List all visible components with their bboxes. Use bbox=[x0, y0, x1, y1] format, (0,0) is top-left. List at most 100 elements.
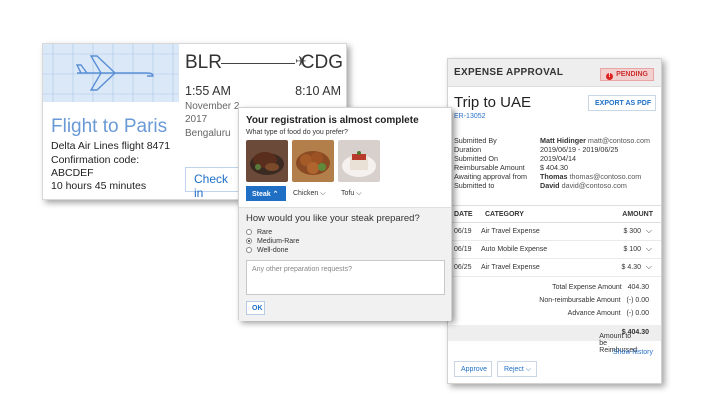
flight-route: BLR ✈ CDG bbox=[185, 52, 345, 74]
expense-title: Trip to UAE bbox=[454, 94, 531, 111]
detail-name: Thomas bbox=[540, 172, 568, 181]
reject-button[interactable]: Reject ⌵ bbox=[497, 361, 537, 377]
detail-value: Matt Hidinger matt@contoso.com bbox=[540, 136, 650, 145]
food-option-chicken[interactable]: Chicken ⌵ bbox=[287, 186, 333, 201]
alert-icon: ! bbox=[606, 73, 614, 80]
chevron-up-icon: ⌃ bbox=[272, 191, 279, 198]
radio-label: Medium-Rare bbox=[257, 238, 300, 245]
radio-selected-icon bbox=[246, 238, 252, 244]
confirmation-label: Confirmation code: bbox=[51, 154, 140, 166]
check-in-button[interactable]: Check in bbox=[185, 167, 240, 200]
detail-email: matt@contoso.com bbox=[587, 136, 650, 145]
detail-value: 2019/04/14 bbox=[540, 154, 576, 163]
chicken-picture bbox=[292, 140, 334, 182]
advance-value: (-) 0.00 bbox=[626, 310, 649, 317]
expense-approval-card: EXPENSE APPROVAL ! PENDING Trip to UAE ER… bbox=[447, 58, 662, 384]
expense-header-title: EXPENSE APPROVAL bbox=[454, 67, 564, 78]
detail-label: Submitted By bbox=[454, 136, 497, 145]
table-row[interactable]: 06/19 Auto Mobile Expense $ 100 ⌵ bbox=[448, 241, 661, 259]
food-option-tofu[interactable]: Tofu ⌵ bbox=[335, 186, 369, 201]
depart-city: Bengaluru bbox=[185, 128, 231, 139]
tofu-image[interactable] bbox=[338, 140, 380, 182]
expense-header: EXPENSE APPROVAL ! PENDING bbox=[448, 59, 661, 87]
preparation-requests-input[interactable]: Any other preparation requests? bbox=[246, 260, 445, 295]
nonreimb-label: Non-reimbursable Amount bbox=[539, 297, 621, 304]
total-label: Total Expense Amount bbox=[552, 284, 622, 291]
detail-email: thomas@contoso.com bbox=[569, 172, 642, 181]
food-option-steak[interactable]: Steak ⌃ bbox=[246, 186, 286, 201]
chevron-down-icon[interactable]: ⌵ bbox=[646, 226, 652, 236]
radio-medium-rare[interactable]: Medium-Rare bbox=[246, 238, 299, 245]
column-header-category: CATEGORY bbox=[485, 211, 524, 218]
food-option-label: Tofu bbox=[341, 190, 355, 197]
nonreimb-value: (-) 0.00 bbox=[626, 297, 649, 304]
chevron-down-icon: ⌵ bbox=[525, 366, 532, 373]
route-line bbox=[221, 63, 295, 64]
arrive-time: 8:10 AM bbox=[295, 84, 341, 98]
chevron-down-icon[interactable]: ⌵ bbox=[646, 262, 652, 272]
table-row[interactable]: 06/25 Air Travel Expense $ 4.30 ⌵ bbox=[448, 259, 661, 277]
row-category: Air Travel Expense bbox=[481, 264, 540, 271]
advance-label: Advance Amount bbox=[567, 310, 621, 317]
reject-label: Reject bbox=[504, 366, 524, 373]
detail-value: 2019/06/19 - 2019/06/25 bbox=[540, 145, 619, 154]
approve-button[interactable]: Approve bbox=[454, 361, 492, 377]
chicken-image[interactable] bbox=[292, 140, 334, 182]
food-option-label: Steak bbox=[252, 191, 271, 198]
flight-times: 1:55 AM 8:10 AM bbox=[185, 84, 345, 98]
detail-name: David bbox=[540, 181, 560, 190]
depart-year: 2017 bbox=[185, 114, 208, 125]
detail-email: david@contoso.com bbox=[561, 181, 627, 190]
tofu-picture bbox=[338, 140, 380, 182]
detail-label: Submitted to bbox=[454, 181, 495, 190]
column-header-amount: AMOUNT bbox=[622, 211, 653, 218]
row-date: 06/19 bbox=[454, 228, 472, 235]
flight-duration: 10 hours 45 minutes bbox=[51, 180, 147, 192]
export-pdf-button[interactable]: EXPORT AS PDF bbox=[588, 95, 656, 111]
registration-card: Your registration is almost complete Wha… bbox=[238, 107, 452, 321]
food-option-label: Chicken bbox=[293, 190, 319, 197]
chevron-down-icon: ⌵ bbox=[356, 190, 362, 197]
steak-image[interactable] bbox=[246, 140, 288, 182]
total-expense-row: Total Expense Amount 404.30 bbox=[552, 284, 649, 291]
nonreimbursable-row: Non-reimbursable Amount (-) 0.00 bbox=[539, 297, 649, 304]
radio-circle-icon bbox=[246, 247, 252, 253]
radio-well-done[interactable]: Well-done bbox=[246, 247, 288, 254]
row-date: 06/25 bbox=[454, 264, 472, 271]
prep-question: How would you like your steak prepared? bbox=[246, 213, 420, 224]
reimburse-text: Amount to be Reimbursed $ 404.30 bbox=[599, 329, 649, 354]
report-code-link[interactable]: ER-13052 bbox=[454, 113, 486, 120]
detail-name: Matt Hidinger bbox=[540, 136, 586, 145]
radio-rare[interactable]: Rare bbox=[246, 229, 272, 236]
registration-title: Your registration is almost complete bbox=[246, 115, 419, 126]
expense-table-header: DATE CATEGORY AMOUNT bbox=[448, 205, 661, 223]
ok-button[interactable]: OK bbox=[246, 301, 265, 315]
show-history-link[interactable]: Show history bbox=[613, 349, 653, 356]
airplane-icon bbox=[43, 44, 179, 102]
detail-value: Thomas thomas@contoso.com bbox=[540, 172, 641, 181]
detail-label: Submitted On bbox=[454, 154, 498, 163]
row-amount: $ 100 bbox=[623, 246, 641, 253]
total-value: 404.30 bbox=[627, 284, 649, 291]
table-row[interactable]: 06/19 Air Travel Expense $ 300 ⌵ bbox=[448, 223, 661, 241]
airline-flight: Delta Air Lines flight 8471 bbox=[51, 140, 171, 152]
row-category: Air Travel Expense bbox=[481, 228, 540, 235]
origin-code: BLR bbox=[185, 52, 222, 73]
detail-label: Reimbursable Amount bbox=[454, 163, 525, 172]
depart-date: November 2 bbox=[185, 101, 240, 112]
flight-hero-image bbox=[43, 44, 179, 102]
radio-circle-icon bbox=[246, 229, 252, 235]
food-question: What type of food do you prefer? bbox=[246, 129, 348, 136]
column-header-date: DATE bbox=[454, 211, 473, 218]
row-amount: $ 4.30 bbox=[621, 264, 641, 271]
confirmation-code: ABCDEF bbox=[51, 167, 94, 179]
status-text: PENDING bbox=[616, 71, 648, 78]
detail-value: David david@contoso.com bbox=[540, 181, 627, 190]
detail-label: Awaiting approval from bbox=[454, 172, 527, 181]
depart-time: 1:55 AM bbox=[185, 84, 231, 98]
detail-label: Duration bbox=[454, 145, 482, 154]
detail-value: $ 404.30 bbox=[540, 163, 568, 172]
chevron-down-icon: ⌵ bbox=[320, 190, 326, 197]
chevron-down-icon[interactable]: ⌵ bbox=[646, 244, 652, 254]
screenshot-stage: Flight to Paris Delta Air Lines flight 8… bbox=[0, 0, 715, 411]
